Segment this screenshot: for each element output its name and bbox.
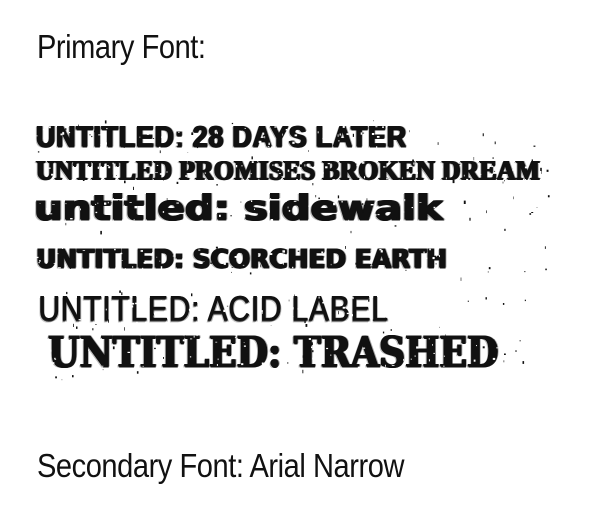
font-sample-trashed: UNTITLED: TRASHED — [48, 327, 499, 378]
font-sample-sidewalk: untitled: sidewalk — [34, 187, 443, 228]
secondary-font-heading: Secondary Font: Arial Narrow — [37, 447, 404, 484]
font-sample-acid-label: UNTITLED: ACID LABEL — [38, 288, 389, 329]
font-sample-promises-broken-dream: Untitled Promises Broken dream — [36, 155, 541, 185]
font-sample-28-days-later: Untitled: 28 Days Later — [36, 120, 407, 154]
font-sample-list: Untitled: 28 Days Later Untitled Promise… — [0, 0, 600, 508]
font-sample-scorched-earth: UNTITLED: SCORCHED EARTH — [36, 243, 447, 274]
